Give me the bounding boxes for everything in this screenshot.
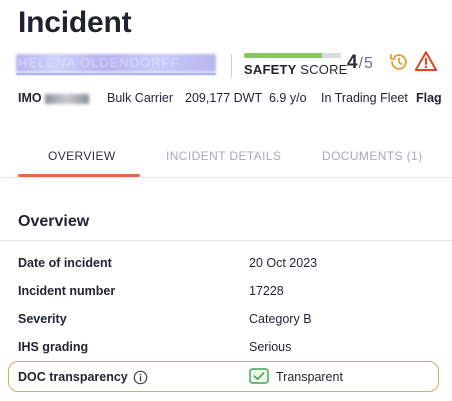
tab-documents[interactable]: DOCUMENTS (1) bbox=[322, 149, 423, 163]
date-of-incident-label: Date of incident bbox=[18, 256, 112, 270]
doc-transparency-row: DOC transparency bbox=[18, 370, 148, 385]
history-icon[interactable] bbox=[388, 51, 410, 73]
page-title: Incident bbox=[18, 6, 132, 39]
safety-score-max: 5 bbox=[364, 55, 373, 72]
safety-score-number: 4 bbox=[347, 52, 358, 73]
severity-label: Severity bbox=[18, 312, 67, 326]
vessel-dwt: 209,177 DWT bbox=[185, 91, 263, 105]
incident-number-value: 17228 bbox=[249, 284, 284, 298]
imo-label: IMO bbox=[18, 91, 42, 105]
tab-overview[interactable]: OVERVIEW bbox=[48, 149, 116, 163]
doc-transparency-value: Transparent bbox=[276, 370, 343, 384]
imo-value-redacted bbox=[45, 93, 89, 107]
severity-value: Category B bbox=[249, 312, 312, 326]
safety-score-value: 4/5 bbox=[347, 52, 373, 74]
vessel-header: HELENA OLDENDORFF SAFETY SCORE 4/5 bbox=[0, 46, 452, 86]
incident-number-label: Incident number bbox=[18, 284, 116, 298]
tabs-divider bbox=[0, 177, 452, 178]
check-tag-icon bbox=[249, 368, 269, 384]
safety-score-label: SAFETY SCORE bbox=[244, 62, 348, 77]
overview-divider bbox=[0, 240, 452, 241]
info-icon[interactable] bbox=[133, 370, 148, 385]
doc-transparency-label: DOC transparency bbox=[18, 370, 128, 384]
vessel-name-link[interactable]: HELENA OLDENDORFF bbox=[16, 54, 216, 75]
tab-incident-details[interactable]: INCIDENT DETAILS bbox=[166, 149, 281, 163]
vessel-name-text: HELENA OLDENDORFF bbox=[18, 55, 180, 70]
safety-label-rest: SCORE bbox=[296, 62, 348, 77]
date-of-incident-value: 20 Oct 2023 bbox=[249, 256, 318, 270]
overview-heading: Overview bbox=[18, 213, 90, 230]
flag-label: Flag bbox=[416, 91, 442, 105]
vessel-type: Bulk Carrier bbox=[107, 91, 173, 105]
tab-bar: OVERVIEW INCIDENT DETAILS DOCUMENTS (1) bbox=[0, 138, 452, 180]
safety-label-strong: SAFETY bbox=[244, 62, 297, 77]
safety-score-bar bbox=[244, 53, 341, 58]
header-divider bbox=[231, 54, 232, 78]
vessel-name-underline bbox=[16, 73, 216, 75]
vessel-status: In Trading Fleet bbox=[321, 91, 408, 105]
ihs-grading-value: Serious bbox=[249, 340, 292, 354]
warning-icon[interactable] bbox=[414, 50, 438, 72]
vessel-age: 6.9 y/o bbox=[269, 91, 307, 105]
safety-score-separator: / bbox=[358, 55, 364, 72]
ihs-grading-label: IHS grading bbox=[18, 340, 89, 354]
safety-score-bar-fill bbox=[244, 53, 322, 58]
